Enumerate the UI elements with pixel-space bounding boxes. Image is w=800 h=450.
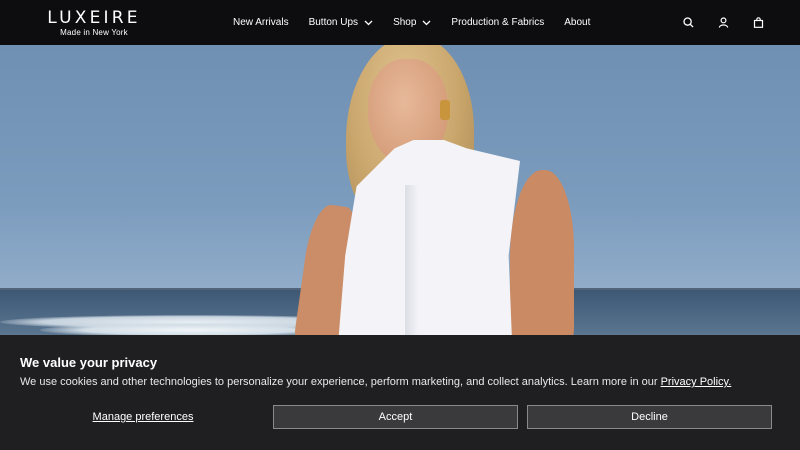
privacy-policy-link[interactable]: Privacy Policy.: [661, 376, 732, 388]
logo-wordmark: LUXEIRE: [47, 8, 141, 28]
main-nav: New Arrivals Button Ups Shop Production …: [233, 0, 610, 45]
nav-item-label: Shop: [393, 17, 417, 28]
nav-item-label: About: [564, 17, 591, 28]
model-shirt-placket: [405, 185, 419, 335]
nav-item-shop[interactable]: Shop: [393, 17, 431, 28]
nav-item-button-ups[interactable]: Button Ups: [309, 17, 373, 28]
chevron-down-icon: [422, 20, 431, 25]
manage-preferences-button[interactable]: Manage preferences: [20, 405, 266, 429]
nav-item-production-fabrics[interactable]: Production & Fabrics: [451, 17, 544, 28]
nav-item-label: New Arrivals: [233, 17, 289, 28]
site-header: LUXEIRE Made in New York New Arrivals Bu…: [0, 0, 800, 45]
cookie-banner-title: We value your privacy: [20, 355, 158, 370]
bag-icon[interactable]: [750, 15, 766, 31]
search-icon[interactable]: [680, 15, 696, 31]
cookie-banner: We value your privacy We use cookies and…: [0, 335, 800, 450]
header-icons: [661, 0, 766, 45]
nav-item-about[interactable]: About: [564, 17, 590, 28]
accept-button[interactable]: Accept: [273, 405, 518, 429]
decline-button[interactable]: Decline: [527, 405, 772, 429]
brand-logo[interactable]: LUXEIRE Made in New York: [36, 9, 152, 38]
chevron-down-icon: [364, 20, 373, 25]
logo-tagline: Made in New York: [60, 28, 128, 37]
nav-item-label: Production & Fabrics: [451, 17, 545, 28]
cookie-banner-body: We use cookies and other technologies to…: [20, 376, 661, 388]
model-arm-right: [510, 170, 574, 335]
hero-image: [0, 45, 800, 335]
nav-item-label: Button Ups: [308, 17, 359, 28]
account-icon[interactable]: [715, 15, 731, 31]
cookie-banner-text: We use cookies and other technologies to…: [20, 376, 731, 388]
model-earring: [440, 100, 450, 120]
nav-item-new-arrivals[interactable]: New Arrivals: [233, 17, 289, 28]
